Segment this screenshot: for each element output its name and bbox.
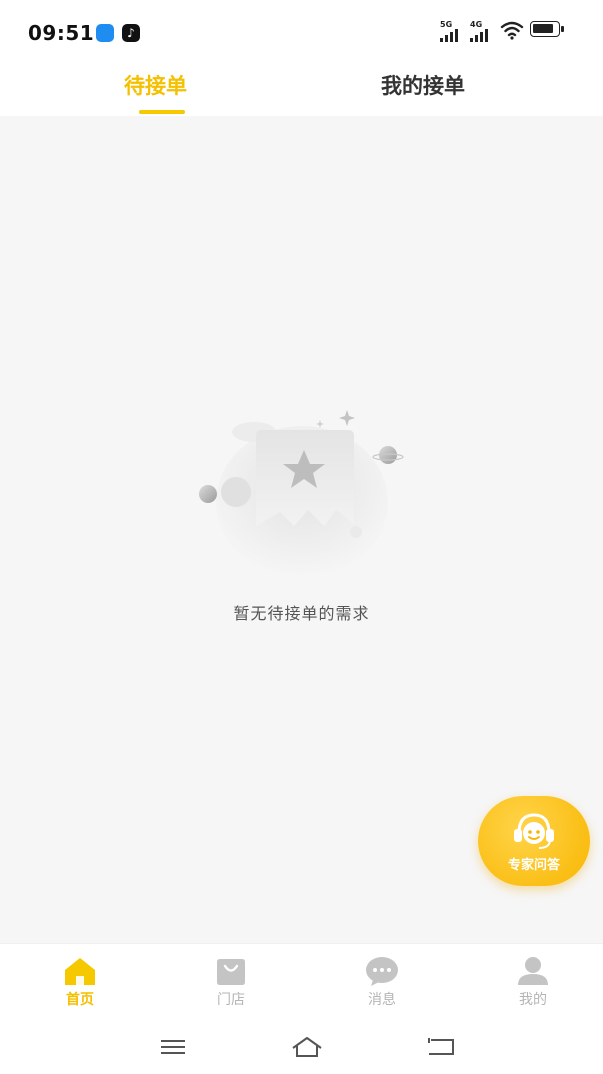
menu-icon[interactable] — [159, 1035, 187, 1059]
back-icon[interactable] — [425, 1035, 457, 1059]
empty-state-message: 暂无待接单的需求 — [233, 604, 370, 623]
person-icon — [518, 957, 548, 985]
store-bag-icon — [217, 959, 245, 985]
signal-5g-label: 5G — [440, 20, 453, 29]
nav-item-store[interactable]: 门店 — [186, 956, 276, 1009]
tiktok-icon: ♪ — [122, 24, 140, 42]
tab-bar: 待接单 我的接单 — [0, 62, 603, 116]
nav-label-messages: 消息 — [368, 992, 396, 1008]
tab-pending-orders[interactable]: 待接单 — [124, 70, 187, 100]
expert-qa-label: 专家问答 — [507, 858, 560, 873]
empty-star-document-icon — [199, 410, 404, 578]
message-bubble-icon — [366, 957, 398, 986]
nav-item-profile[interactable]: 我的 — [488, 956, 578, 1009]
nav-label-store: 门店 — [217, 992, 245, 1008]
signal-4g-label: 4G — [470, 20, 483, 29]
nav-item-messages[interactable]: 消息 — [337, 956, 427, 1009]
nav-label-home: 首页 — [66, 992, 94, 1008]
wifi-icon — [500, 21, 524, 40]
tab-my-orders[interactable]: 我的接单 — [381, 70, 465, 100]
status-time: 09:51 — [28, 21, 95, 45]
tab-active-indicator — [139, 110, 185, 114]
nav-item-home[interactable]: 首页 — [35, 956, 125, 1009]
customer-service-headset-icon — [514, 813, 554, 849]
expert-qa-button[interactable]: 专家问答 — [478, 796, 590, 886]
blue-app-icon — [96, 24, 114, 42]
home-outline-icon[interactable] — [290, 1035, 324, 1059]
status-bar: 09:51 ♪ 5G 4G — [0, 0, 603, 62]
battery-icon — [530, 21, 564, 37]
nav-label-profile: 我的 — [519, 992, 547, 1008]
home-icon — [65, 958, 95, 985]
system-nav-bar — [0, 1023, 603, 1074]
bottom-nav: 首页 门店 消息 我的 — [0, 943, 603, 1024]
